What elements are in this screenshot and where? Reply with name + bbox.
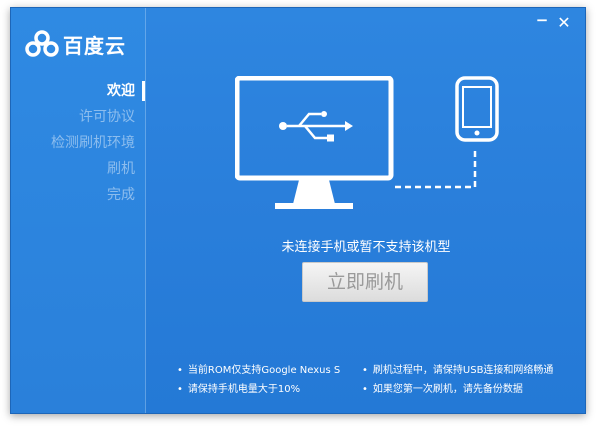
tip-rom-support: 当前ROM仅支持Google Nexus S bbox=[177, 361, 340, 376]
close-button[interactable]: ✕ bbox=[555, 14, 573, 32]
flash-now-button[interactable]: 立即刷机 bbox=[302, 262, 428, 302]
step-license: 许可协议 bbox=[79, 109, 135, 125]
connection-status: 未连接手机或暂不支持该机型 bbox=[281, 240, 451, 255]
sidebar: 百度云 欢迎 许可协议 检测刷机环境 刷机 完成 bbox=[11, 8, 146, 413]
step-welcome: 欢迎 bbox=[11, 78, 145, 104]
flash-tool-window: 百度云 欢迎 许可协议 检测刷机环境 刷机 完成 − ✕ 未连接手机或暂不支持该… bbox=[10, 7, 586, 414]
app-name: 百度云 bbox=[63, 33, 126, 58]
tip-usb-connection: 刷机过程中，请保持USB连接和网络畅通 bbox=[362, 361, 554, 376]
cloud-logo-icon bbox=[25, 30, 59, 57]
usb-icon bbox=[279, 111, 353, 142]
device-connection-illustration bbox=[235, 76, 499, 209]
step-flash: 刷机 bbox=[107, 161, 135, 177]
step-complete: 完成 bbox=[107, 187, 135, 203]
minimize-button[interactable]: − bbox=[533, 11, 551, 29]
monitor-icon bbox=[235, 76, 394, 209]
step-check-environment: 检测刷机环境 bbox=[51, 135, 135, 151]
tip-backup: 如果您第一次刷机，请先备份数据 bbox=[362, 380, 523, 395]
step-list: 欢迎 许可协议 检测刷机环境 刷机 完成 bbox=[11, 78, 145, 208]
main-panel: − ✕ 未连接手机或暂不支持该机型 立即刷机 • 当前ROM仅支持Google … bbox=[147, 8, 585, 413]
cable-dashed-line bbox=[395, 148, 477, 189]
phone-icon bbox=[455, 76, 499, 142]
tip-battery: 请保持手机电量大于10% bbox=[177, 380, 300, 395]
baidu-cloud-logo: 百度云 bbox=[25, 29, 126, 59]
